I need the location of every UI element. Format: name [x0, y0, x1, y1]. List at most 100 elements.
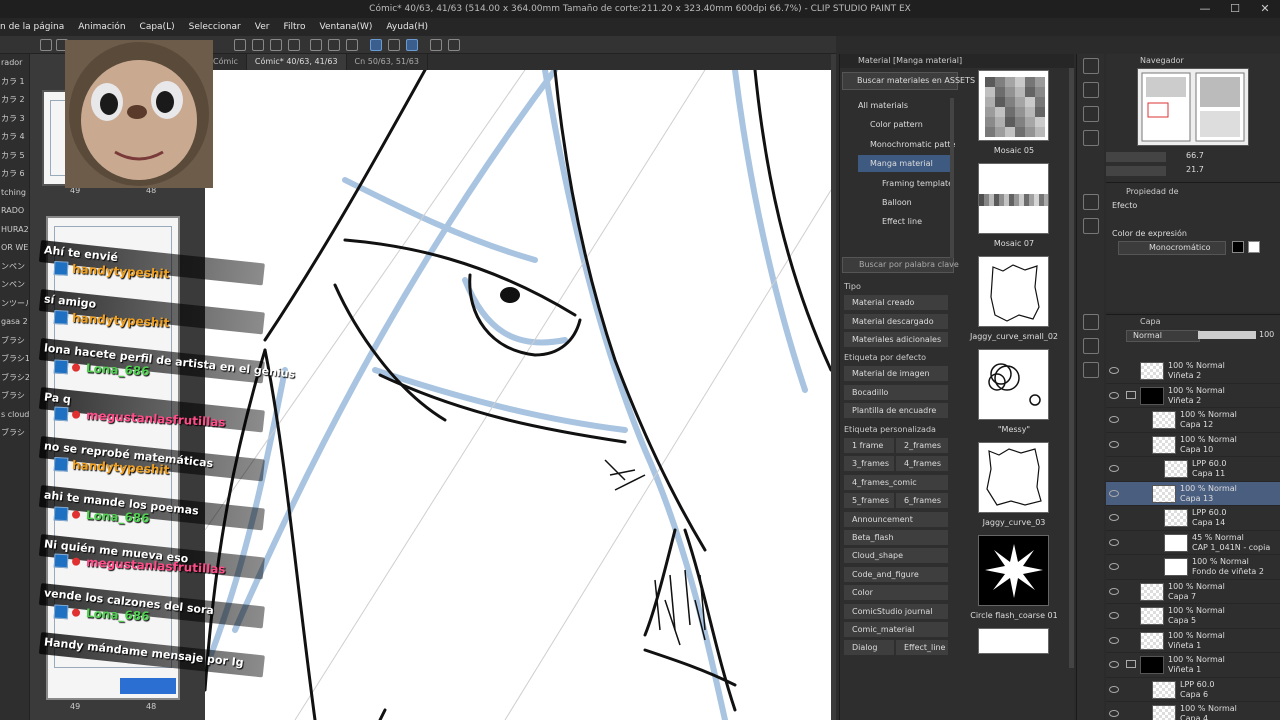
visibility-eye-icon[interactable]	[1109, 416, 1119, 423]
sub-tool-item[interactable]: ンツール	[0, 295, 29, 314]
close-button[interactable]: ✕	[1250, 0, 1280, 18]
tag-button[interactable]: Material de imagen	[844, 366, 948, 381]
layer-row[interactable]: LPP 60.0 Capa 6	[1106, 678, 1280, 702]
material-search-input[interactable]: Buscar por palabra clave	[842, 257, 959, 273]
material-thumbnail[interactable]	[978, 628, 1049, 654]
sub-tool-item[interactable]: ブラシ	[0, 332, 29, 351]
crop-icon[interactable]	[288, 39, 300, 51]
tag-button[interactable]: 2_frames	[896, 438, 948, 453]
menu-item[interactable]: Capa(L)	[140, 22, 175, 32]
tag-button[interactable]: ComicStudio journal	[844, 603, 948, 619]
tag-button[interactable]: Code_and_figure	[844, 566, 948, 582]
search-assets-button[interactable]: Buscar materiales en ASSETS	[842, 72, 975, 90]
menu-item[interactable]: Animación	[78, 22, 125, 32]
material-tree-item[interactable]: Monochromatic patte	[858, 136, 955, 153]
tag-button[interactable]: 4_frames_comic	[844, 474, 948, 490]
sub-tool-item[interactable]: ブラシ	[0, 424, 29, 443]
snap-grid-icon[interactable]	[388, 39, 400, 51]
material-thumbnail[interactable]	[978, 163, 1049, 234]
layer-property-icon[interactable]	[1083, 338, 1099, 354]
tag-button[interactable]: Materiales adicionales	[844, 332, 948, 347]
visibility-eye-icon[interactable]	[1109, 465, 1119, 472]
item-bank-icon[interactable]	[1083, 130, 1099, 146]
zoom-slider[interactable]	[1106, 152, 1166, 162]
sub-tool-item[interactable]: s cloud	[0, 406, 29, 425]
invert-icon[interactable]	[328, 39, 340, 51]
visibility-eye-icon[interactable]	[1109, 612, 1119, 619]
layer-icon[interactable]	[1083, 58, 1099, 74]
tag-button[interactable]: Comic_material	[844, 622, 948, 637]
material-tree-item[interactable]: Framing template	[870, 175, 953, 192]
material-tree-item[interactable]: Effect line	[870, 213, 950, 230]
sub-tool-item[interactable]: rador	[0, 54, 29, 73]
help-icon[interactable]	[448, 39, 460, 51]
minimize-button[interactable]: —	[1190, 0, 1220, 18]
sub-tool-item[interactable]: OR WE	[0, 239, 29, 258]
sub-tool-item[interactable]: ブラシ	[0, 387, 29, 406]
layer-row[interactable]: 100 % Normal Viñeta 1	[1106, 653, 1280, 678]
tag-button[interactable]: Plantilla de encuadre	[844, 403, 948, 418]
sub-tool-item[interactable]: RADO	[0, 202, 29, 221]
navigator-preview[interactable]	[1137, 68, 1249, 146]
tag-button[interactable]: Material creado	[844, 295, 948, 310]
tag-button[interactable]: Effect_line	[896, 640, 948, 656]
sub-tool-item[interactable]: ンペン	[0, 258, 29, 277]
tag-button[interactable]: Dialog	[844, 640, 894, 656]
sub-tool-item[interactable]: ンペン	[0, 276, 29, 295]
layer-row[interactable]: 100 % Normal Capa 5	[1106, 604, 1280, 629]
material-thumbnail[interactable]	[978, 70, 1049, 141]
selection-icon[interactable]	[310, 39, 322, 51]
tag-button[interactable]: 6_frames	[896, 493, 948, 509]
thumbnail-scrollbar[interactable]	[1069, 68, 1074, 668]
sub-tool-item[interactable]: HURA2	[0, 221, 29, 240]
material-tree-item[interactable]: Manga material	[858, 155, 950, 173]
snap-ruler-icon[interactable]	[370, 39, 382, 51]
tag-button[interactable]: 4_frames	[896, 456, 948, 472]
sub-tool-item[interactable]: ブラシ2	[0, 369, 29, 388]
layer-row[interactable]: 100 % Normal Fondo de viñeta 2	[1106, 555, 1280, 580]
tree-scrollbar[interactable]	[950, 98, 954, 258]
material-thumbnail[interactable]	[978, 442, 1049, 513]
sub-tool-item[interactable]: カラ 5	[0, 147, 29, 166]
fill-icon[interactable]	[270, 39, 282, 51]
material-tree-item[interactable]: Balloon	[870, 194, 950, 211]
maximize-button[interactable]: ☐	[1220, 0, 1250, 18]
visibility-eye-icon[interactable]	[1109, 391, 1119, 399]
visibility-eye-icon[interactable]	[1109, 661, 1119, 668]
visibility-eye-icon[interactable]	[1109, 367, 1119, 374]
tag-button[interactable]: Announcement	[844, 511, 948, 527]
auto-action-icon[interactable]	[1083, 106, 1099, 122]
tag-button[interactable]: Bocadillo	[844, 384, 948, 400]
tag-button[interactable]: Material descargado	[844, 313, 948, 329]
document-tab[interactable]: Cómic* 40/63, 41/63	[246, 54, 347, 70]
tag-button[interactable]: 5_frames	[844, 493, 894, 509]
clear-icon[interactable]	[252, 39, 264, 51]
menu-item[interactable]: Ayuda(H)	[386, 22, 428, 32]
menu-icon[interactable]	[40, 39, 52, 51]
history-icon[interactable]	[1083, 82, 1099, 98]
material-tree-item[interactable]: Color pattern	[858, 116, 950, 133]
sub-tool-item[interactable]: カラ 1	[0, 73, 29, 92]
material-thumbnail[interactable]	[978, 256, 1049, 327]
tag-button[interactable]: 1 frame	[844, 438, 894, 453]
tag-button[interactable]: Cloud_shape	[844, 548, 948, 564]
layer-row[interactable]: 100 % Normal Capa 7	[1106, 580, 1280, 604]
tag-button[interactable]: Beta_flash	[844, 530, 948, 545]
visibility-eye-icon[interactable]	[1109, 685, 1119, 693]
menu-item[interactable]: n de la página	[0, 22, 64, 32]
layer-row[interactable]: 100 % Normal Viñeta 2	[1106, 359, 1280, 384]
tag-button[interactable]: Color	[844, 585, 948, 601]
sub-tool-item[interactable]: カラ 4	[0, 128, 29, 147]
sub-tool-item[interactable]: gasa 2	[0, 313, 29, 332]
timeline-icon[interactable]	[1083, 314, 1099, 330]
rotate-slider[interactable]	[1106, 166, 1166, 176]
sub-tool-item[interactable]: ブラシ1	[0, 350, 29, 369]
sub-tool-item[interactable]: カラ 6	[0, 165, 29, 184]
sub-tool-item[interactable]: カラ 2	[0, 91, 29, 110]
menu-item[interactable]: Ver	[255, 22, 270, 32]
visibility-eye-icon[interactable]	[1109, 710, 1119, 717]
snap-special-icon[interactable]	[406, 39, 418, 51]
layer-row[interactable]: LPP 60.0 Capa 11	[1106, 457, 1280, 482]
drawing-canvas[interactable]	[205, 70, 831, 720]
color-icon[interactable]	[1083, 218, 1099, 234]
